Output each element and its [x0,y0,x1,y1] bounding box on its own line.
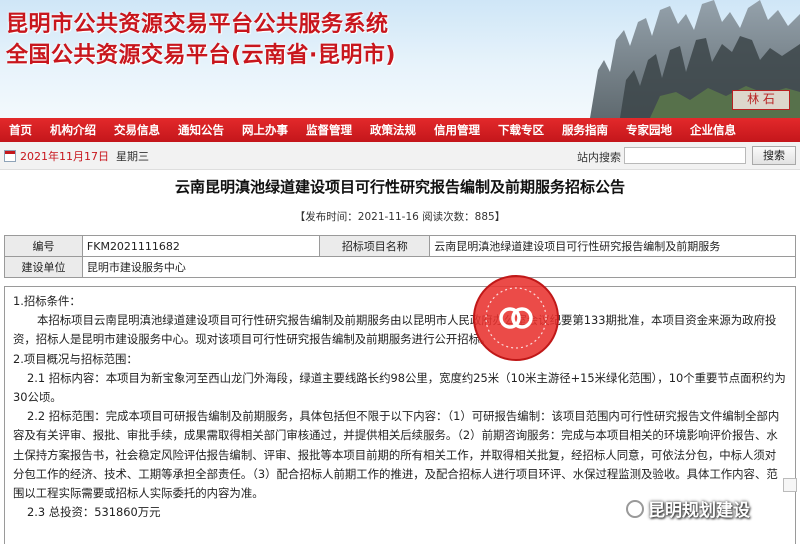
table-row: 建设单位 昆明市建设服务中心 [4,256,797,278]
project-name-value: 云南昆明滇池绿道建设项目可行性研究报告编制及前期服务 [429,235,796,257]
search-button[interactable]: 搜索 [752,146,796,165]
stone-forest-seal: 林 石 [732,90,790,110]
nav-item-credit[interactable]: 信用管理 [425,118,489,142]
wechat-watermark: 昆明规划建设 [626,496,750,521]
nav-item-notices[interactable]: 通知公告 [169,118,233,142]
search-label: 站内搜索 [577,151,621,164]
section-1-text: 本招标项目云南昆明滇池绿道建设项目可行性研究报告编制及前期服务由以昆明市人民政府… [13,313,777,347]
wechat-icon [626,499,644,518]
nav-item-home[interactable]: 首页 [0,118,41,142]
project-name-label: 招标项目名称 [319,235,431,257]
weekday: 星期三 [116,149,149,163]
code-value: FKM2021111682 [81,235,321,257]
info-bar: 2021年11月17日 星期三 站内搜索 搜索 [0,142,800,170]
official-seal [473,275,559,361]
nav-item-trade-info[interactable]: 交易信息 [105,118,169,142]
nav-item-companies[interactable]: 企业信息 [681,118,745,142]
publish-meta: 【发布时间：2021-11-16 阅读次数：885】 [294,211,506,223]
header-banner: 昆明市公共资源交易平台公共服务系统 全国公共资源交易平台(云南省·昆明市) 林 … [0,0,800,118]
site-subtitle: 全国公共资源交易平台(云南省·昆明市) [6,43,396,68]
side-widget[interactable] [783,478,797,492]
unit-label: 建设单位 [4,256,83,278]
search-input[interactable] [624,147,746,164]
nav-item-downloads[interactable]: 下载专区 [489,118,553,142]
table-row: 编号 FKM2021111682 招标项目名称 云南昆明滇池绿道建设项目可行性研… [4,235,796,257]
nav-item-supervision[interactable]: 监督管理 [297,118,361,142]
page-title: 云南昆明滇池绿道建设项目可行性研究报告编制及前期服务招标公告 [174,178,625,196]
project-info-table: 编号 FKM2021111682 招标项目名称 云南昆明滇池绿道建设项目可行性研… [4,235,797,278]
section-1-heading: 1.招标条件： [13,294,81,308]
current-date: 2021年11月17日 星期三 [20,149,149,163]
calendar-icon [4,149,16,162]
site-title: 昆明市公共资源交易平台公共服务系统 [6,12,389,37]
nav-item-online-service[interactable]: 网上办事 [233,118,297,142]
section-2-2-text: 2.2 招标范围：完成本项目可研报告编制及前期服务，具体包括但不限于以下内容：（… [13,409,780,501]
nav-item-guide[interactable]: 服务指南 [553,118,617,142]
section-2-heading: 2.项目概况与招标范围： [13,351,138,366]
main-nav: 首页 机构介绍 交易信息 通知公告 网上办事 监督管理 政策法规 信用管理 下载… [0,118,800,142]
watermark-text: 昆明规划建设 [648,501,750,521]
nav-item-agency[interactable]: 机构介绍 [41,118,105,142]
unit-value: 昆明市建设服务中心 [81,256,797,278]
code-label: 编号 [4,235,83,257]
nav-item-policy[interactable]: 政策法规 [361,118,425,142]
section-2-1-text: 2.1 招标内容：本项目为新宝象河至西山龙门外海段，绿道主要线路长约98公里，宽… [13,370,786,405]
nav-item-experts[interactable]: 专家园地 [617,118,681,142]
